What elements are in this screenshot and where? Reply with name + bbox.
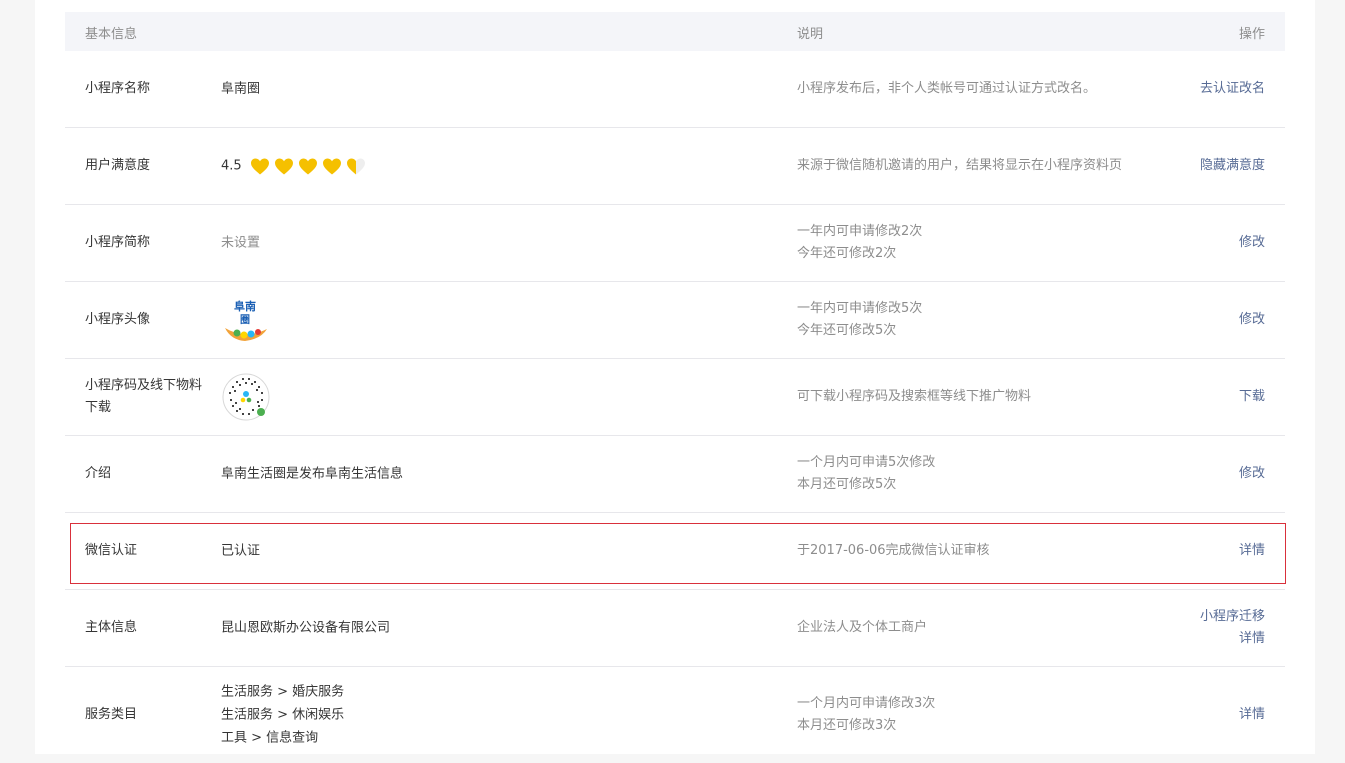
row-label: 小程序名称: [85, 81, 151, 96]
row-description: 企业法人及个体工商户: [797, 620, 928, 635]
modify-intro-link[interactable]: 修改: [1239, 463, 1265, 485]
satisfaction-rating: 4.5: [221, 155, 370, 178]
row-description: 一个月内可申请5次修改 本月还可修改5次: [797, 452, 935, 496]
short-name-value: 未设置: [221, 235, 261, 251]
description-line: 今年还可修改5次: [797, 323, 897, 338]
table-header: 基本信息 说明 操作: [65, 12, 1285, 51]
table-row-wechat-cert: 微信认证 已认证 于2017-06-06完成微信认证审核 详情: [65, 513, 1285, 590]
mini-program-code: [221, 372, 271, 422]
migrate-mini-program-link[interactable]: 小程序迁移: [1200, 606, 1265, 628]
header-basic-info: 基本信息: [85, 27, 138, 42]
row-label: 小程序码及线下物料下载: [85, 378, 203, 415]
description-line: 一年内可申请修改2次: [797, 224, 923, 239]
category-list: 生活服务 > 婚庆服务 生活服务 > 休闲娱乐 工具 > 信息查询: [221, 681, 344, 750]
half-heart-icon: [346, 158, 365, 174]
description-line: 本月还可修改5次: [797, 477, 897, 492]
list-item: 工具 > 信息查询: [221, 730, 319, 746]
category-details-link[interactable]: 详情: [1239, 704, 1265, 726]
row-label: 小程序头像: [85, 312, 151, 327]
row-label: 主体信息: [85, 620, 138, 635]
entity-actions: 小程序迁移 详情: [1200, 606, 1265, 650]
row-description: 一年内可申请修改2次 今年还可修改2次: [797, 221, 922, 265]
description-line: 今年还可修改2次: [797, 246, 897, 261]
table-row-qrcode: 小程序码及线下物料下载 可下载小程序码及搜索框等线下推广物料 下载: [65, 359, 1285, 436]
row-label: 用户满意度: [85, 158, 151, 173]
logo-text: 圈: [240, 314, 250, 326]
verify-rename-link[interactable]: 去认证改名: [1200, 78, 1265, 100]
table-row-avatar: 小程序头像 阜南 圈 一年内可申请修改5次 今年还可修改5次 修改: [65, 282, 1285, 359]
header-description: 说明: [797, 27, 824, 42]
heart-icon: [274, 158, 293, 174]
mini-program-logo: 阜南 圈: [221, 296, 269, 344]
row-description: 一个月内可申请修改3次 本月还可修改3次: [797, 693, 935, 737]
modify-short-name-link[interactable]: 修改: [1239, 232, 1265, 254]
download-link[interactable]: 下载: [1239, 386, 1265, 408]
heart-icon: [298, 158, 317, 174]
heart-icon: [250, 158, 269, 174]
header-action: 操作: [1238, 27, 1265, 42]
cert-status: 已认证: [221, 543, 261, 559]
table-row-category: 服务类目 生活服务 > 婚庆服务 生活服务 > 休闲娱乐 工具 > 信息查询 一…: [65, 667, 1285, 763]
description-line: 一年内可申请修改5次: [797, 301, 923, 316]
table-row-name: 小程序名称 阜南圈 小程序发布后，非个人类帐号可通过认证方式改名。 去认证改名: [65, 51, 1285, 128]
row-label: 介绍: [85, 466, 112, 481]
heart-icon: [322, 158, 341, 174]
list-item: 生活服务 > 休闲娱乐: [221, 707, 345, 723]
satisfaction-score: 4.5: [221, 158, 242, 174]
logo-text: 阜南: [234, 299, 256, 313]
row-description: 来源于微信随机邀请的用户，结果将显示在小程序资料页: [797, 158, 1123, 173]
settings-panel: 基本信息 说明 操作 小程序名称 阜南圈 小程序发布后，非个人类帐号可通过认证方…: [35, 0, 1315, 754]
hide-satisfaction-link[interactable]: 隐藏满意度: [1200, 155, 1265, 177]
avatar: 阜南 圈: [221, 296, 269, 344]
description-line: 一个月内可申请修改3次: [797, 696, 936, 711]
entity-name: 昆山恩欧斯办公设备有限公司: [221, 620, 391, 636]
description-line: 本月还可修改3次: [797, 718, 897, 733]
table-row-satisfaction: 用户满意度 4.5 来源于微信随机邀请的用户，结果将显示在小程序资料页 隐藏满意…: [65, 128, 1285, 205]
mini-program-code-icon: [222, 373, 270, 421]
description-line: 一个月内可申请5次修改: [797, 455, 936, 470]
modify-avatar-link[interactable]: 修改: [1239, 309, 1265, 331]
basic-info-table: 基本信息 说明 操作 小程序名称 阜南圈 小程序发布后，非个人类帐号可通过认证方…: [65, 12, 1285, 763]
row-label: 服务类目: [85, 707, 138, 722]
entity-details-link[interactable]: 详情: [1200, 628, 1265, 650]
row-description: 一年内可申请修改5次 今年还可修改5次: [797, 298, 922, 342]
list-item: 生活服务 > 婚庆服务: [221, 684, 345, 700]
table-row-short-name: 小程序简称 未设置 一年内可申请修改2次 今年还可修改2次 修改: [65, 205, 1285, 282]
row-label: 微信认证: [85, 543, 138, 558]
row-label: 小程序简称: [85, 235, 151, 250]
intro-value: 阜南生活圈是发布阜南生活信息: [221, 466, 404, 482]
table-row-entity: 主体信息 昆山恩欧斯办公设备有限公司 企业法人及个体工商户 小程序迁移 详情: [65, 590, 1285, 667]
row-description: 于2017-06-06完成微信认证审核: [797, 543, 990, 558]
cert-details-link[interactable]: 详情: [1239, 540, 1265, 562]
table-row-intro: 介绍 阜南生活圈是发布阜南生活信息 一个月内可申请5次修改 本月还可修改5次 修…: [65, 436, 1285, 513]
row-description: 可下载小程序码及搜索框等线下推广物料: [797, 389, 1032, 404]
row-description: 小程序发布后，非个人类帐号可通过认证方式改名。: [797, 81, 1097, 96]
mini-program-name: 阜南圈: [221, 81, 261, 97]
